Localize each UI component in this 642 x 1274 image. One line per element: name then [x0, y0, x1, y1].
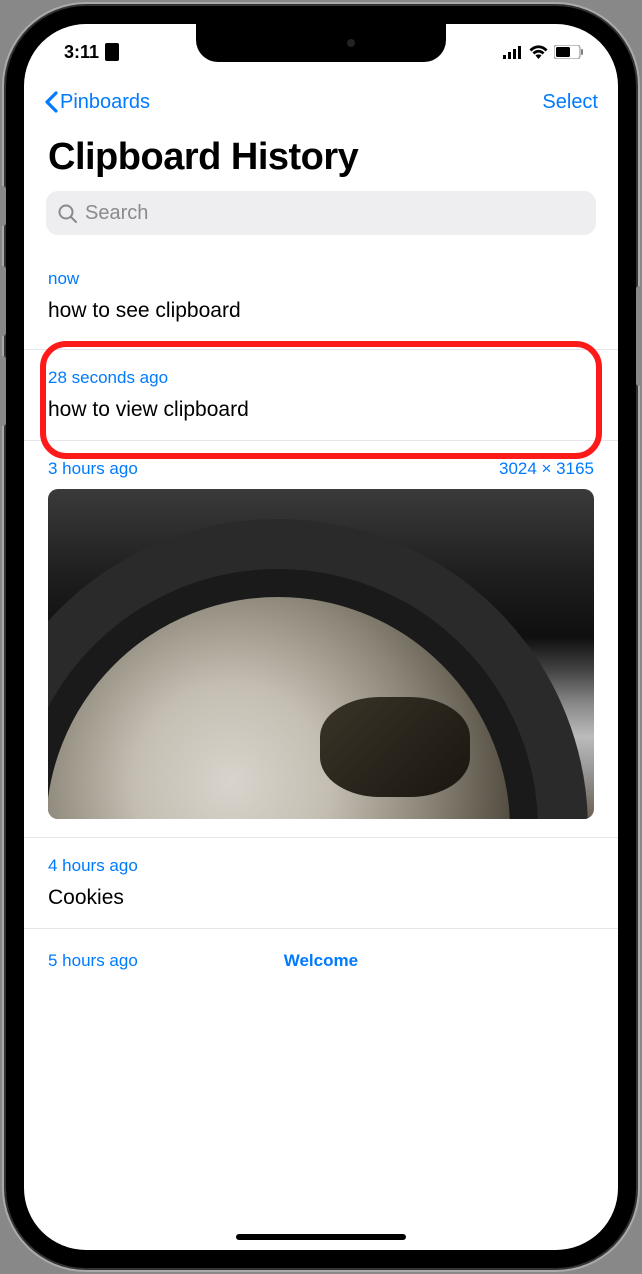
page-title: Clipboard History [24, 128, 618, 191]
chevron-left-icon [44, 91, 58, 113]
side-button [0, 266, 6, 336]
entry-timestamp: 3 hours ago [48, 459, 138, 479]
entry-content: Cookies [48, 886, 594, 910]
entry-content: how to view clipboard [48, 398, 594, 422]
search-input[interactable]: Search [46, 191, 596, 235]
side-button [0, 186, 6, 226]
person-card-icon [105, 43, 119, 61]
entry-timestamp: 5 hours ago [48, 951, 138, 971]
history-list[interactable]: now how to see clipboard 28 seconds ago … [24, 245, 618, 975]
entry-timestamp: now [48, 269, 79, 289]
history-item[interactable]: 4 hours ago Cookies [24, 838, 618, 929]
history-item[interactable]: now how to see clipboard [24, 245, 618, 350]
history-item[interactable]: 5 hours ago Welcome [24, 929, 618, 975]
search-icon [58, 204, 77, 223]
battery-icon [554, 45, 584, 59]
entry-timestamp: 4 hours ago [48, 856, 138, 876]
phone-frame: 3:11 Pinboards Select Cli [6, 6, 636, 1268]
entry-label: Welcome [284, 951, 358, 971]
entry-image-thumbnail [48, 489, 594, 819]
back-label: Pinboards [60, 91, 150, 114]
cellular-signal-icon [503, 46, 523, 59]
screen: 3:11 Pinboards Select Cli [24, 24, 618, 1250]
side-button [636, 286, 642, 386]
nav-bar: Pinboards Select [24, 76, 618, 128]
camera-dot [347, 39, 355, 47]
entry-dimensions: 3024 × 3165 [499, 459, 594, 479]
notch [196, 24, 446, 62]
search-placeholder: Search [85, 202, 148, 225]
entry-content: how to see clipboard [48, 299, 594, 323]
side-button [0, 356, 6, 426]
home-indicator[interactable] [236, 1234, 406, 1240]
select-button[interactable]: Select [542, 91, 598, 114]
status-time: 3:11 [64, 42, 99, 63]
entry-timestamp: 28 seconds ago [48, 368, 168, 388]
history-item[interactable]: 3 hours ago 3024 × 3165 [24, 441, 618, 838]
back-button[interactable]: Pinboards [44, 91, 150, 114]
wifi-icon [529, 45, 548, 59]
history-item[interactable]: 28 seconds ago how to view clipboard [24, 350, 618, 441]
